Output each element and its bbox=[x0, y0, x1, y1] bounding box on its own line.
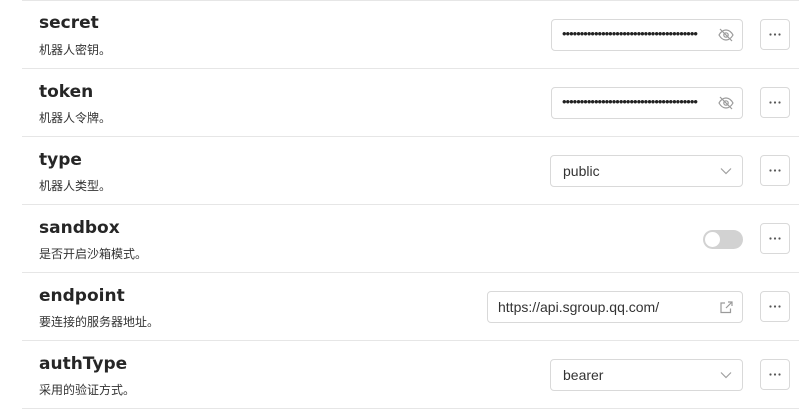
more-horizontal-icon bbox=[769, 169, 781, 172]
select-value: bearer bbox=[563, 367, 604, 383]
chevron-down-icon bbox=[720, 168, 732, 175]
masked-value: •••••••••••••••••••••••••••••••••••••• bbox=[562, 26, 698, 41]
secret-input[interactable]: •••••••••••••••••••••••••••••••••••••• bbox=[551, 19, 743, 51]
setting-description: 机器人令牌。 bbox=[39, 111, 112, 125]
setting-row-sandbox: sandbox 是否开启沙箱模式。 bbox=[22, 205, 799, 273]
type-select[interactable]: public bbox=[550, 155, 743, 187]
more-horizontal-icon bbox=[769, 237, 781, 240]
setting-name: token bbox=[39, 82, 94, 102]
input-value: https://api.sgroup.qq.com/ bbox=[498, 299, 660, 315]
more-button[interactable] bbox=[760, 223, 790, 254]
eye-off-icon[interactable] bbox=[718, 96, 734, 110]
more-button[interactable] bbox=[760, 155, 790, 186]
chevron-down-icon bbox=[720, 372, 732, 379]
more-horizontal-icon bbox=[769, 373, 781, 376]
setting-name: type bbox=[39, 150, 82, 170]
setting-row-endpoint: endpoint 要连接的服务器地址。 https://api.sgroup.q… bbox=[22, 273, 799, 341]
more-button[interactable] bbox=[760, 87, 790, 118]
setting-row-type: type 机器人类型。 public bbox=[22, 137, 799, 205]
more-button[interactable] bbox=[760, 291, 790, 322]
more-horizontal-icon bbox=[769, 101, 781, 104]
setting-description: 要连接的服务器地址。 bbox=[39, 315, 160, 329]
setting-name: authType bbox=[39, 354, 128, 374]
setting-description: 机器人类型。 bbox=[39, 179, 112, 193]
token-input[interactable]: •••••••••••••••••••••••••••••••••••••• bbox=[551, 87, 743, 119]
setting-name: secret bbox=[39, 13, 99, 33]
masked-value: •••••••••••••••••••••••••••••••••••••• bbox=[562, 94, 698, 109]
sandbox-toggle[interactable] bbox=[703, 230, 743, 249]
eye-off-icon[interactable] bbox=[718, 28, 734, 42]
setting-description: 机器人密钥。 bbox=[39, 43, 112, 57]
setting-description: 是否开启沙箱模式。 bbox=[39, 247, 148, 261]
toggle-knob bbox=[705, 232, 720, 247]
setting-description: 采用的验证方式。 bbox=[39, 383, 136, 397]
settings-list: secret 机器人密钥。 ••••••••••••••••••••••••••… bbox=[22, 0, 799, 409]
more-button[interactable] bbox=[760, 19, 790, 50]
setting-row-secret: secret 机器人密钥。 ••••••••••••••••••••••••••… bbox=[22, 0, 799, 69]
more-horizontal-icon bbox=[769, 33, 781, 36]
select-value: public bbox=[563, 163, 600, 179]
setting-name: sandbox bbox=[39, 218, 120, 238]
setting-row-token: token 机器人令牌。 •••••••••••••••••••••••••••… bbox=[22, 69, 799, 137]
setting-name: endpoint bbox=[39, 286, 125, 306]
authtype-select[interactable]: bearer bbox=[550, 359, 743, 391]
external-link-icon[interactable] bbox=[720, 301, 733, 314]
more-button[interactable] bbox=[760, 359, 790, 390]
endpoint-input[interactable]: https://api.sgroup.qq.com/ bbox=[487, 291, 743, 323]
setting-row-authtype: authType 采用的验证方式。 bearer bbox=[22, 341, 799, 409]
more-horizontal-icon bbox=[769, 305, 781, 308]
